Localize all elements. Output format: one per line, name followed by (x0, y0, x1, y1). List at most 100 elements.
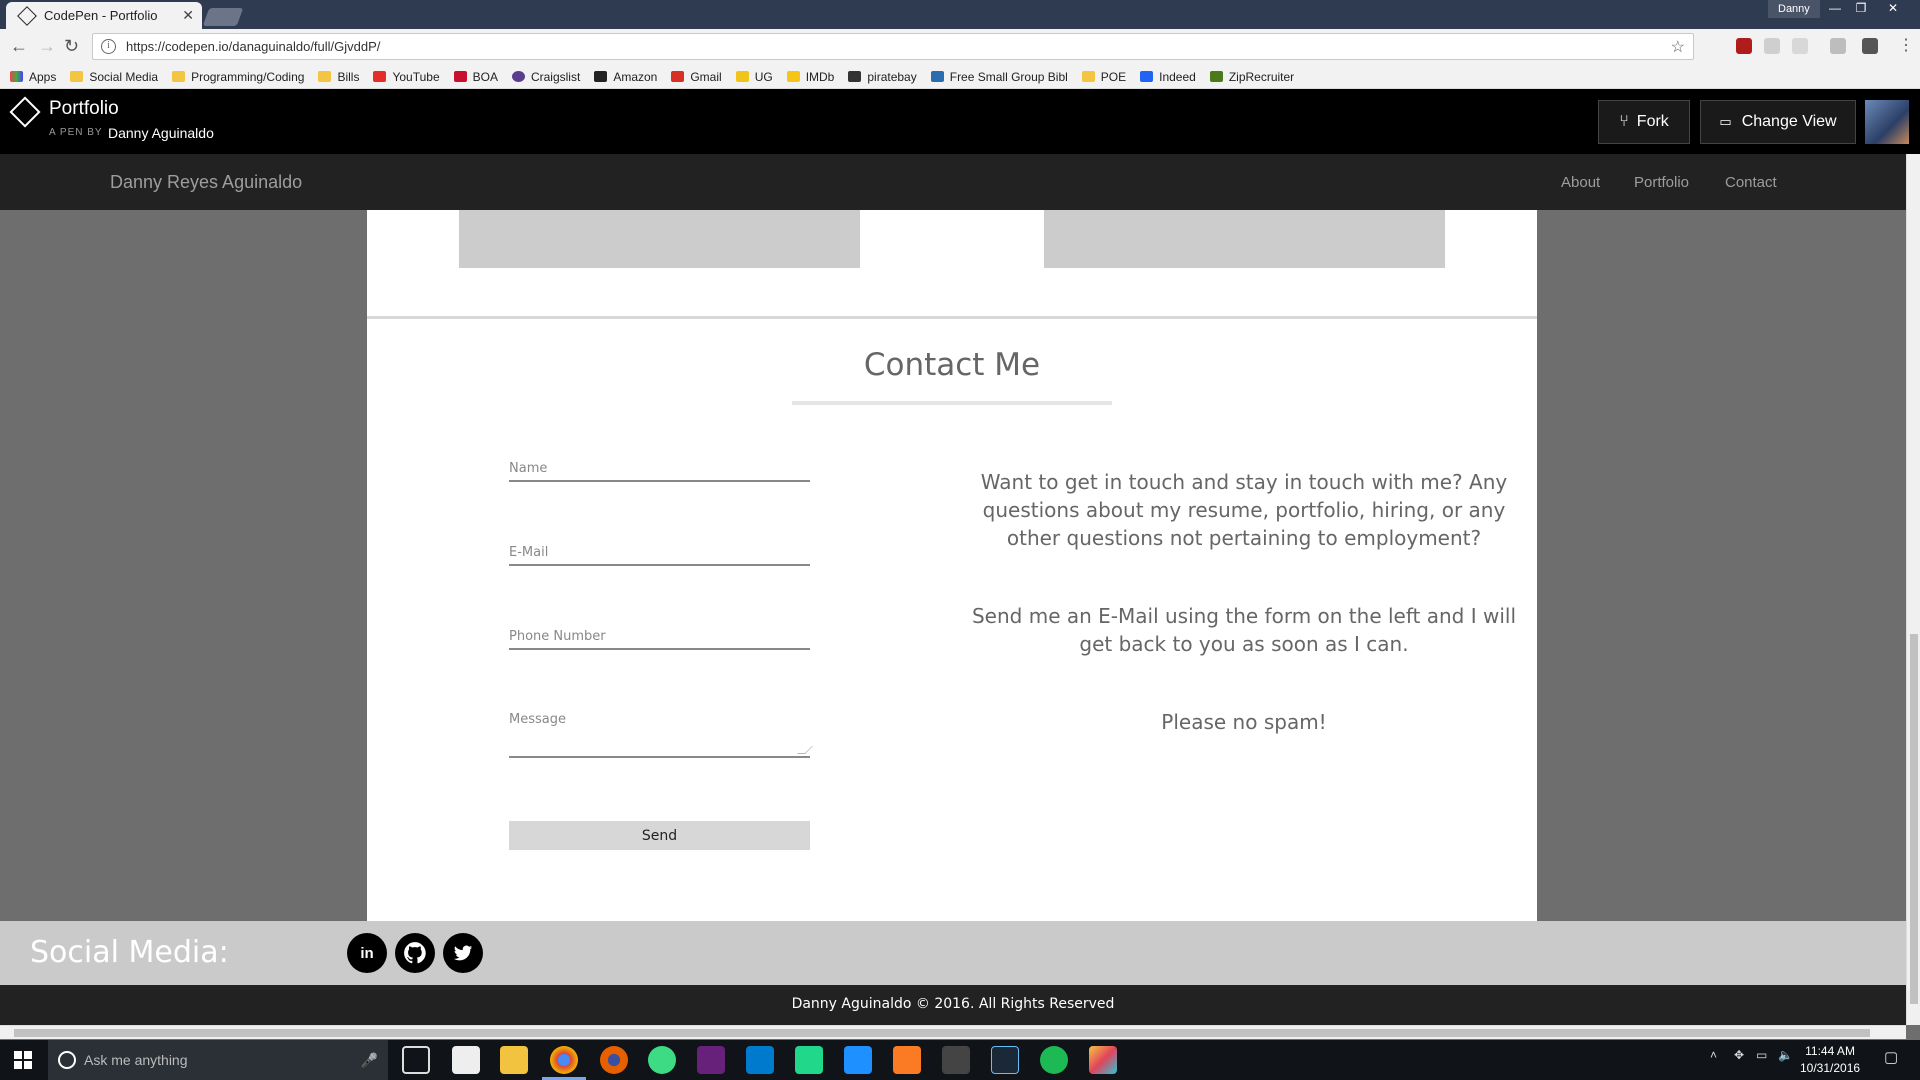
notepad-icon[interactable] (844, 1046, 872, 1074)
visual-studio-icon[interactable] (697, 1046, 725, 1074)
bookmark-craigslist[interactable]: Craigslist (511, 70, 580, 84)
user-avatar[interactable] (1865, 100, 1909, 144)
bookmark-boa[interactable]: BOA (453, 70, 498, 84)
name-input[interactable] (509, 461, 810, 476)
android-studio-icon[interactable] (648, 1046, 676, 1074)
close-tab-icon[interactable]: ✕ (182, 7, 194, 24)
browser-tab[interactable]: CodePen - Portfolio ✕ (6, 2, 202, 29)
youtube-icon (373, 71, 387, 82)
bookmark-piratebay[interactable]: piratebay (848, 70, 917, 84)
window-close-icon[interactable]: ✕ (1880, 0, 1906, 18)
system-clock[interactable]: 11:44 AM 10/31/2016 (1800, 1043, 1860, 1077)
url-text[interactable]: https://codepen.io/danaguinaldo/full/Gjv… (126, 39, 380, 54)
bookmark-folder[interactable]: Programming/Coding (172, 70, 304, 84)
name-field[interactable] (509, 460, 810, 482)
chrome-icon[interactable] (550, 1046, 578, 1074)
reload-icon[interactable]: ↻ (64, 36, 79, 57)
portfolio-thumbnail[interactable] (1044, 210, 1445, 268)
content-panel: Contact Me Send Want to get in touch and… (367, 210, 1537, 1025)
cloud-extension-icon[interactable] (1792, 38, 1808, 54)
bookmark-imdb[interactable]: IMDb (786, 70, 834, 84)
firefox-icon[interactable] (600, 1046, 628, 1074)
bookmark-indeed[interactable]: Indeed (1140, 70, 1196, 84)
store-icon[interactable] (452, 1046, 480, 1074)
unity-icon[interactable] (942, 1046, 970, 1074)
site-info-icon[interactable]: i (101, 39, 116, 54)
microphone-icon[interactable]: 🎤 (361, 1052, 378, 1069)
dropbox-tray-icon[interactable]: ✥ (1734, 1048, 1744, 1062)
codepen-header: Portfolio A PEN BY Danny Aguinaldo ⑂ For… (0, 89, 1920, 154)
scroll-thumb[interactable] (1910, 634, 1918, 1004)
minimize-icon[interactable]: — (1822, 0, 1848, 18)
bookmark-ziprecruiter[interactable]: ZipRecruiter (1209, 70, 1294, 84)
site-footer: Danny Aguinaldo © 2016. All Rights Reser… (0, 985, 1906, 1025)
tray-overflow-icon[interactable]: ˄ (1710, 1048, 1717, 1062)
title-underline (792, 401, 1112, 405)
nav-about[interactable]: About (1561, 174, 1600, 191)
change-view-button[interactable]: ▭ Change View (1700, 100, 1856, 144)
address-bar[interactable]: i https://codepen.io/danaguinaldo/full/G… (92, 33, 1694, 60)
pen-author-link[interactable]: Danny Aguinaldo (108, 125, 214, 141)
gitkraken-icon[interactable] (1089, 1046, 1117, 1074)
phone-input[interactable] (509, 629, 810, 644)
phone-field[interactable] (509, 628, 810, 650)
network-icon[interactable]: ▭ (1756, 1048, 1767, 1062)
email-input[interactable] (509, 545, 810, 560)
cortana-search[interactable]: Ask me anything 🎤 (48, 1040, 388, 1080)
fork-icon: ⑂ (1619, 113, 1629, 130)
forward-icon[interactable]: → (38, 36, 56, 57)
horizontal-scrollbar[interactable] (0, 1025, 1906, 1039)
k-extension-icon[interactable] (1830, 38, 1846, 54)
bookmark-bible[interactable]: Free Small Group Bibl (930, 70, 1068, 84)
portfolio-thumbnail[interactable] (459, 210, 860, 268)
task-view-icon[interactable] (402, 1046, 430, 1074)
bookmark-youtube[interactable]: YouTube (373, 70, 440, 84)
github-icon[interactable] (395, 933, 435, 973)
twitter-icon[interactable] (443, 933, 483, 973)
pycharm-icon[interactable] (795, 1046, 823, 1074)
resize-handle-icon[interactable] (797, 746, 813, 754)
volume-icon[interactable]: 🔈 (1778, 1048, 1793, 1062)
pocket-extension-icon[interactable] (1862, 38, 1878, 54)
restore-icon[interactable]: ❐ (1848, 0, 1874, 18)
vscode-icon[interactable] (746, 1046, 774, 1074)
xampp-icon[interactable] (893, 1046, 921, 1074)
scroll-thumb[interactable] (14, 1029, 1870, 1037)
chrome-menu-icon[interactable]: ⋮ (1898, 35, 1914, 55)
vertical-scrollbar[interactable] (1906, 154, 1920, 1025)
new-tab-button[interactable] (202, 8, 244, 26)
bookmark-star-icon[interactable]: ☆ (1671, 37, 1685, 57)
send-button[interactable]: Send (509, 821, 810, 850)
nav-portfolio[interactable]: Portfolio (1634, 174, 1689, 191)
back-icon[interactable]: ← (10, 36, 28, 57)
bookmark-folder[interactable]: POE (1081, 70, 1126, 84)
notifications-icon[interactable]: ▢ (1884, 1048, 1898, 1066)
windows-start-icon[interactable] (14, 1051, 32, 1069)
ublock-extension-icon[interactable] (1736, 38, 1752, 54)
bookmark-amazon[interactable]: Amazon (594, 70, 657, 84)
message-textarea[interactable] (509, 712, 810, 742)
profile-badge[interactable]: Danny (1768, 0, 1820, 18)
amazon-icon (594, 71, 608, 82)
site-brand[interactable]: Danny Reyes Aguinaldo (110, 172, 302, 193)
file-explorer-icon[interactable] (500, 1046, 528, 1074)
bookmark-apps[interactable]: Apps (10, 70, 56, 84)
bookmark-gmail[interactable]: Gmail (671, 70, 722, 84)
pen-by-label: A PEN BY (49, 127, 103, 138)
fork-button[interactable]: ⑂ Fork (1598, 100, 1690, 144)
imdb-icon (786, 71, 800, 82)
linkedin-icon[interactable]: in (347, 933, 387, 973)
codepen-logo-icon[interactable] (9, 96, 41, 128)
spotify-icon[interactable] (1040, 1046, 1068, 1074)
folder-icon (318, 71, 332, 82)
message-field[interactable] (509, 712, 813, 758)
change-view-label: Change View (1741, 113, 1837, 130)
bookmark-folder[interactable]: Social Media (70, 70, 158, 84)
ziprecruiter-icon (1209, 71, 1223, 82)
bookmark-ug[interactable]: UG (735, 70, 773, 84)
nav-contact[interactable]: Contact (1725, 174, 1777, 191)
steam-icon[interactable] (991, 1046, 1019, 1074)
email-field[interactable] (509, 544, 810, 566)
bookmark-folder[interactable]: Bills (318, 70, 359, 84)
extension-icon[interactable] (1764, 38, 1780, 54)
